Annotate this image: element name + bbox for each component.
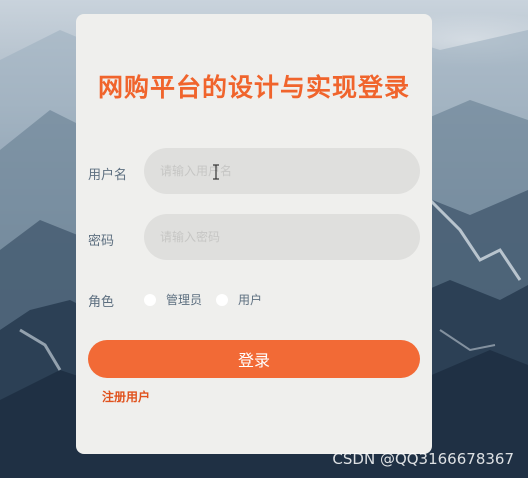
role-label: 角色 [88, 295, 115, 310]
role-option-admin[interactable]: 管理员 [144, 291, 202, 308]
username-input[interactable] [144, 148, 420, 194]
login-card: 网购平台的设计与实现登录 用户名 密码 角色 管理员 用户 登录 注册用户 [76, 14, 432, 454]
radio-button[interactable] [144, 293, 156, 306]
role-option-admin-label: 管理员 [166, 293, 203, 307]
text-cursor-icon [213, 164, 219, 180]
role-option-user-label: 用户 [238, 293, 263, 307]
username-label: 用户名 [88, 168, 128, 183]
password-input[interactable] [144, 214, 420, 260]
role-radio-group: 管理员 用户 [144, 291, 276, 308]
radio-button[interactable] [216, 293, 229, 306]
watermark: CSDN @QQ3166678367 [332, 450, 514, 468]
role-option-user[interactable]: 用户 [216, 291, 262, 308]
page-title: 网购平台的设计与实现登录 [97, 73, 410, 102]
password-label: 密码 [88, 234, 115, 249]
register-link[interactable]: 注册用户 [102, 388, 150, 405]
login-button[interactable]: 登录 [88, 340, 420, 378]
